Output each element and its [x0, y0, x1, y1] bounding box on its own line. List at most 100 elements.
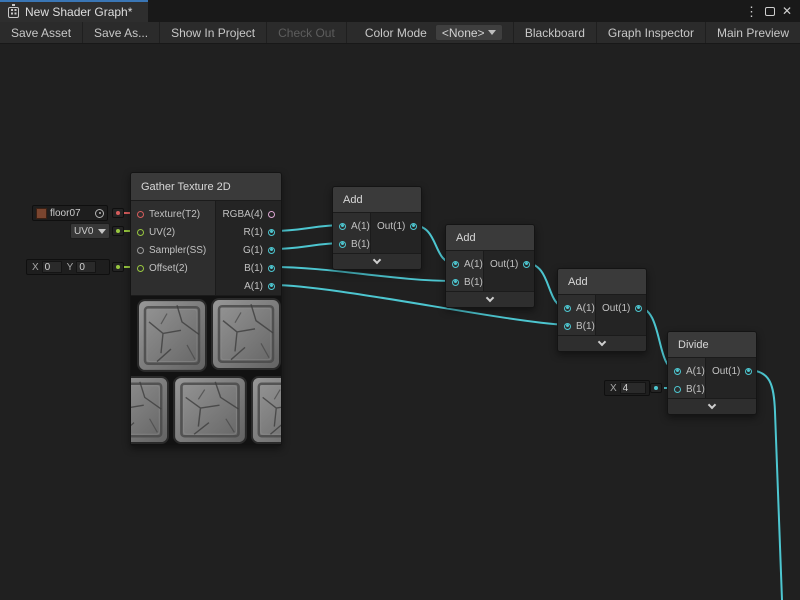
- texture-connector-stub[interactable]: [112, 208, 124, 218]
- uv-channel-value: UV0: [74, 226, 93, 237]
- texture-dot-icon: [116, 211, 120, 215]
- tab-shader-graph[interactable]: New Shader Graph*: [0, 0, 148, 22]
- offset-x-label: X: [30, 262, 39, 273]
- float-dot-icon: [654, 386, 658, 390]
- port-out[interactable]: [745, 368, 752, 375]
- uv-channel-dropdown[interactable]: UV0: [70, 223, 110, 239]
- port-label: A(1): [576, 303, 595, 314]
- port-label: RGBA(4): [222, 209, 263, 220]
- chevron-down-icon: [488, 30, 496, 35]
- tab-title: New Shader Graph*: [25, 5, 132, 19]
- port-out[interactable]: [635, 305, 642, 312]
- graph-inspector-button[interactable]: Graph Inspector: [596, 22, 705, 43]
- port-g[interactable]: [268, 247, 275, 254]
- port-texture[interactable]: [137, 211, 144, 218]
- collapse-button[interactable]: [668, 398, 756, 414]
- node-add-2[interactable]: Add A(1) B(1) Out(1): [445, 224, 535, 308]
- node-title[interactable]: Add: [333, 187, 421, 213]
- shader-graph-toolbar: Save Asset Save As... Show In Project Ch…: [0, 22, 800, 44]
- port-a[interactable]: [674, 368, 681, 375]
- color-mode-label: Color Mode: [347, 22, 435, 43]
- node-title[interactable]: Add: [558, 269, 646, 295]
- divide-b-field: X: [604, 380, 650, 396]
- shader-graph-icon: [8, 7, 19, 18]
- offset-connector-stub[interactable]: [112, 262, 124, 272]
- close-icon[interactable]: ✕: [782, 5, 792, 17]
- graph-edges: [0, 0, 800, 600]
- port-offset[interactable]: [137, 265, 144, 272]
- texture-name: floor07: [50, 208, 81, 219]
- node-title[interactable]: Gather Texture 2D: [131, 173, 281, 201]
- port-out[interactable]: [523, 261, 530, 268]
- port-out[interactable]: [410, 223, 417, 230]
- port-label: Sampler(SS): [149, 245, 206, 256]
- collapse-button[interactable]: [333, 253, 421, 269]
- collapse-button[interactable]: [446, 291, 534, 307]
- offset-y-input[interactable]: [76, 261, 96, 273]
- offset-x-input[interactable]: [42, 261, 62, 273]
- port-b[interactable]: [268, 265, 275, 272]
- port-a[interactable]: [452, 261, 459, 268]
- save-as-button[interactable]: Save As...: [83, 22, 160, 43]
- port-rgba[interactable]: [268, 211, 275, 218]
- color-mode-dropdown[interactable]: <None>: [435, 24, 503, 41]
- chevron-down-icon: [708, 401, 716, 409]
- save-asset-button[interactable]: Save Asset: [0, 22, 83, 43]
- object-picker-icon[interactable]: [95, 209, 104, 218]
- vector2-dot-icon: [116, 229, 120, 233]
- uv-connector-stub[interactable]: [112, 226, 124, 236]
- node-title[interactable]: Add: [446, 225, 534, 251]
- node-add-3[interactable]: Add A(1) B(1) Out(1): [557, 268, 647, 352]
- port-label: R(1): [244, 227, 263, 238]
- check-out-button: Check Out: [267, 22, 347, 43]
- port-b[interactable]: [674, 386, 681, 393]
- main-preview-button[interactable]: Main Preview: [705, 22, 800, 43]
- port-label: A(1): [351, 221, 370, 232]
- chevron-down-icon: [373, 256, 381, 264]
- port-label: Out(1): [602, 303, 630, 314]
- port-b[interactable]: [339, 241, 346, 248]
- port-label: B(1): [464, 277, 483, 288]
- offset-y-label: Y: [65, 262, 74, 273]
- output-ports: RGBA(4) R(1) G(1) B(1) A(1): [216, 201, 281, 295]
- port-label: Out(1): [377, 221, 405, 232]
- port-uv[interactable]: [137, 229, 144, 236]
- port-label: A(1): [244, 281, 263, 292]
- port-label: A(1): [686, 366, 705, 377]
- color-mode-value: <None>: [442, 26, 485, 40]
- chevron-down-icon: [98, 229, 106, 234]
- window-title-bar: New Shader Graph* ⋮ ✕: [0, 0, 800, 22]
- port-label: B(1): [576, 321, 595, 332]
- maximize-icon[interactable]: [765, 7, 775, 16]
- texture-preview: [131, 295, 281, 445]
- blackboard-button[interactable]: Blackboard: [513, 22, 596, 43]
- collapse-button[interactable]: [558, 335, 646, 351]
- texture-field[interactable]: floor07: [32, 205, 108, 221]
- port-label: G(1): [243, 245, 263, 256]
- port-label: UV(2): [149, 227, 175, 238]
- chevron-down-icon: [486, 294, 494, 302]
- port-a[interactable]: [339, 223, 346, 230]
- port-a[interactable]: [268, 283, 275, 290]
- show-in-project-button[interactable]: Show In Project: [160, 22, 267, 43]
- divide-b-connector-stub[interactable]: [650, 383, 662, 393]
- node-divide[interactable]: Divide A(1) B(1) Out(1): [667, 331, 757, 415]
- kebab-menu-icon[interactable]: ⋮: [745, 5, 758, 18]
- port-label: B(1): [351, 239, 370, 250]
- port-r[interactable]: [268, 229, 275, 236]
- port-sampler[interactable]: [137, 247, 144, 254]
- vector2-dot-icon: [116, 265, 120, 269]
- port-label: Out(1): [490, 259, 518, 270]
- node-add-1[interactable]: Add A(1) B(1) Out(1): [332, 186, 422, 270]
- port-label: A(1): [464, 259, 483, 270]
- node-gather-texture-2d[interactable]: Gather Texture 2D Texture(T2) UV(2) Samp…: [130, 172, 282, 446]
- port-a[interactable]: [564, 305, 571, 312]
- port-b[interactable]: [452, 279, 459, 286]
- node-title[interactable]: Divide: [668, 332, 756, 358]
- divide-b-x-label: X: [608, 383, 617, 394]
- port-b[interactable]: [564, 323, 571, 330]
- port-label: B(1): [686, 384, 705, 395]
- input-ports: Texture(T2) UV(2) Sampler(SS) Offset(2): [131, 201, 216, 295]
- divide-b-input[interactable]: [620, 382, 646, 394]
- offset-vector2-field: X Y: [26, 259, 110, 275]
